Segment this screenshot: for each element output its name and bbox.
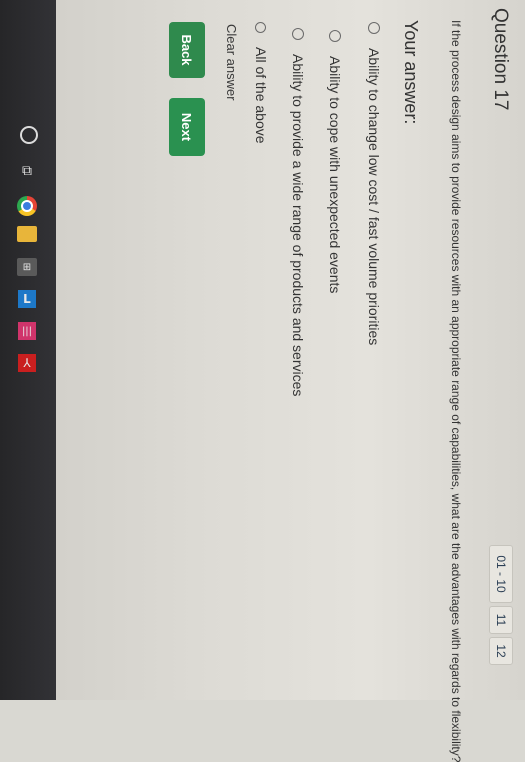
radio-button-icon[interactable] xyxy=(255,22,267,33)
app-bars-icon[interactable]: ||| xyxy=(18,322,36,340)
app-l-icon[interactable]: L xyxy=(18,290,36,308)
radio-button-icon[interactable] xyxy=(329,30,341,42)
answer-option[interactable]: Ability to change low cost / fast volume… xyxy=(366,22,382,345)
clear-answer-link[interactable]: Clear answer xyxy=(224,24,239,101)
cortana-icon[interactable] xyxy=(20,126,38,144)
radio-button-icon[interactable] xyxy=(368,22,380,34)
answer-option-label: Ability to provide a wide range of produ… xyxy=(290,54,306,397)
answer-option-label: All of the above xyxy=(253,47,269,144)
question-title: Question 17 xyxy=(490,8,511,111)
question-text: If the process design aims to provide re… xyxy=(449,20,463,762)
back-button[interactable]: Back xyxy=(169,22,205,78)
answer-option-label: Ability to change low cost / fast volume… xyxy=(366,48,382,346)
acrobat-icon[interactable]: ⅄ xyxy=(18,354,36,372)
quiz-page: Question 17 If the process design aims t… xyxy=(56,0,525,762)
task-view-icon[interactable]: ⧉ xyxy=(14,160,40,182)
file-explorer-icon[interactable] xyxy=(17,226,37,242)
answer-option[interactable]: All of the above xyxy=(253,22,269,144)
monitor-screen: ⧉ ⊞ L ||| ⅄ Question 17 If the process d… xyxy=(0,0,525,762)
answer-option[interactable]: Ability to provide a wide range of produ… xyxy=(290,28,306,396)
answer-heading: Your answer: xyxy=(401,20,421,125)
page-11-button[interactable]: 11 xyxy=(489,606,513,634)
answer-option[interactable]: Ability to cope with unexpected events xyxy=(327,30,343,293)
radio-button-icon[interactable] xyxy=(292,28,304,40)
answer-option-label: Ability to cope with unexpected events xyxy=(327,56,343,294)
store-icon[interactable]: ⊞ xyxy=(17,258,37,276)
next-button[interactable]: Next xyxy=(169,98,205,156)
page-range-button[interactable]: 01 - 10 xyxy=(489,545,513,603)
windows-taskbar: ⧉ ⊞ L ||| ⅄ xyxy=(0,0,56,700)
page-12-button[interactable]: 12 xyxy=(489,637,513,665)
chrome-icon[interactable] xyxy=(17,196,37,216)
